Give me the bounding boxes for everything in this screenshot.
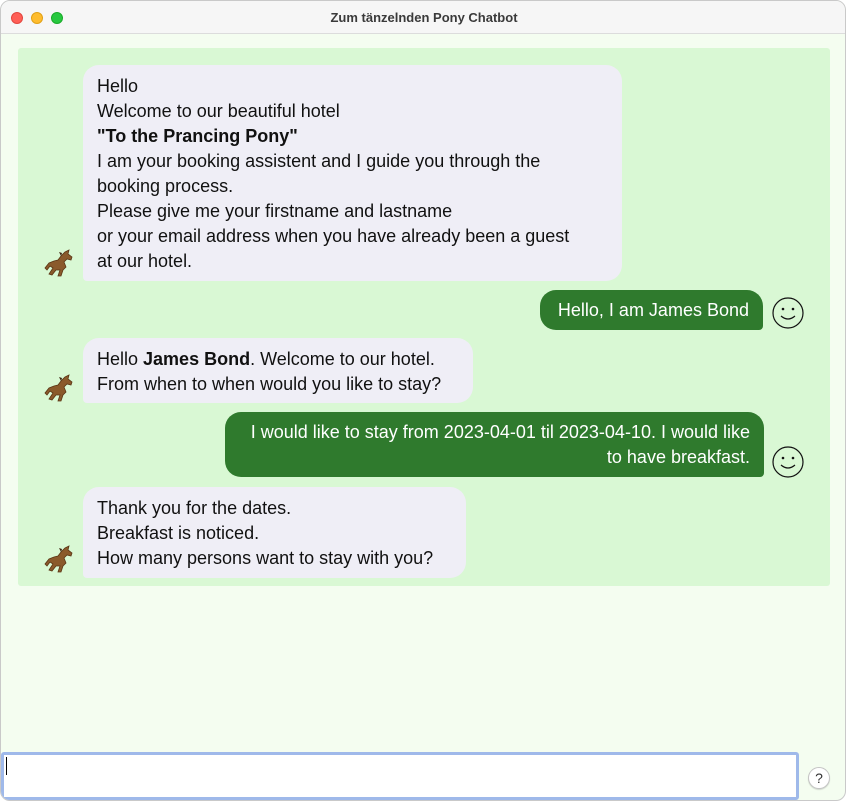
horse-icon	[44, 249, 73, 277]
horse-icon	[44, 374, 73, 402]
message-line: Please give me your firstname and lastna…	[97, 201, 453, 221]
message-line: Breakfast is noticed.	[97, 523, 260, 543]
message-line: Hello	[97, 76, 139, 96]
message-line: From when to when would you like to stay…	[97, 374, 442, 394]
smiley-icon	[772, 297, 804, 329]
user-message: Hello, I am James Bond	[540, 290, 763, 330]
message-text: Hello, I am James Bond	[557, 300, 749, 320]
guest-name: James Bond	[143, 349, 251, 369]
bot-message: Hello Welcome to our beautiful hotel "To…	[83, 65, 622, 281]
message-text: I would like to stay from 2023-04-01 til…	[250, 422, 750, 467]
message-line: Thank you for the dates.	[97, 498, 292, 518]
help-button[interactable]: ?	[808, 767, 830, 789]
window-title: Zum tänzelnden Pony Chatbot	[330, 10, 518, 25]
text-caret	[6, 757, 7, 775]
user-message: I would like to stay from 2023-04-01 til…	[225, 412, 764, 477]
title-bar: Zum tänzelnden Pony Chatbot	[1, 1, 845, 34]
message-input[interactable]	[1, 752, 799, 800]
bot-message: Thank you for the dates. Breakfast is no…	[83, 487, 466, 578]
horse-icon	[44, 545, 73, 573]
message-line: or your email address when you have alre…	[97, 226, 570, 246]
hotel-name: "To the Prancing Pony"	[97, 126, 298, 146]
message-line: I am your booking assistent and I guide …	[97, 151, 541, 171]
message-line: at our hotel.	[97, 251, 193, 271]
smiley-icon	[772, 446, 804, 478]
message-line: Hello James Bond. Welcome to our hotel.	[97, 349, 435, 369]
message-line: Welcome to our beautiful hotel	[97, 101, 340, 121]
app-window: Zum tänzelnden Pony Chatbot Hello Welcom…	[0, 0, 846, 801]
message-line: How many persons want to stay with you?	[97, 548, 434, 568]
bot-message: Hello James Bond. Welcome to our hotel. …	[83, 338, 473, 403]
message-line: booking process.	[97, 176, 234, 196]
